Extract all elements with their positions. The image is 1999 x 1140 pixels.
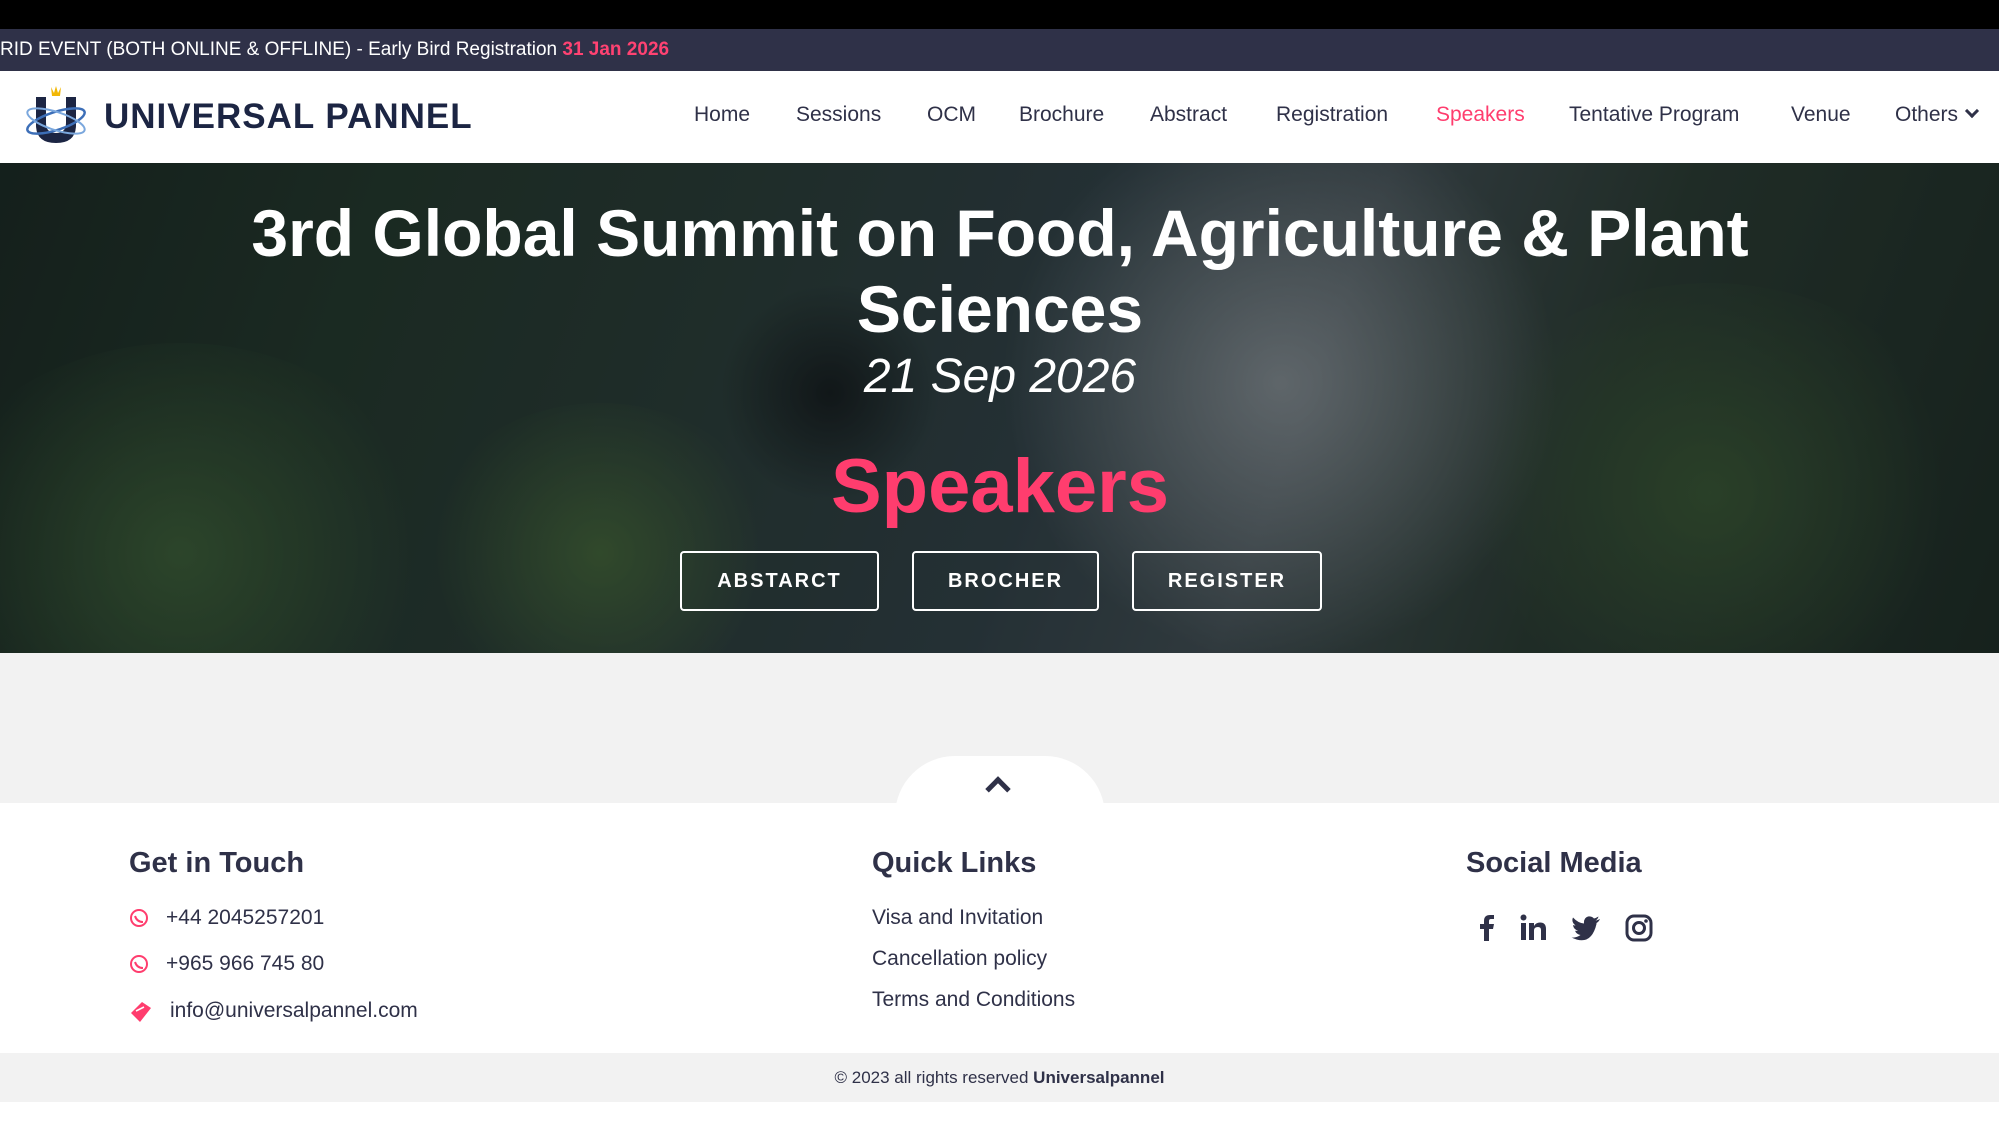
twitter-icon[interactable] [1569, 911, 1603, 945]
link-terms-conditions[interactable]: Terms and Conditions [872, 988, 1075, 1012]
top-black-strip [0, 0, 1999, 29]
page-section-title: Speakers [830, 444, 1170, 529]
link-visa-invitation[interactable]: Visa and Invitation [872, 906, 1043, 930]
main-navbar: UNIVERSAL PANNEL Home Sessions OCM Broch… [0, 71, 1999, 163]
nav-item-abstract[interactable]: Abstract [1150, 103, 1227, 127]
instagram-icon[interactable] [1622, 911, 1656, 945]
nav-item-venue[interactable]: Venue [1791, 103, 1851, 127]
brochure-button[interactable]: BROCHER [912, 551, 1099, 611]
copyright-text: © 2023 all rights reserved [834, 1068, 1034, 1087]
nav-item-home[interactable]: Home [694, 103, 750, 127]
facebook-icon[interactable] [1470, 911, 1504, 945]
nav-item-tentative-program[interactable]: Tentative Program [1569, 103, 1739, 127]
contact-heading: Get in Touch [129, 847, 305, 879]
copyright-bar: © 2023 all rights reserved Universalpann… [0, 1053, 1999, 1102]
contact-email[interactable]: info@universalpannel.com [170, 999, 418, 1023]
brand-logo-icon[interactable] [22, 83, 90, 151]
nav-item-ocm[interactable]: OCM [927, 103, 976, 127]
chevron-down-icon [1964, 103, 1980, 119]
brand-name[interactable]: UNIVERSAL PANNEL [104, 97, 473, 137]
social-media-heading: Social Media [1466, 847, 1642, 879]
ticker-date: 31 Jan 2026 [562, 39, 670, 60]
nav-item-registration[interactable]: Registration [1276, 103, 1388, 127]
hero-banner: 3rd Global Summit on Food, Agriculture &… [0, 163, 1999, 653]
link-cancellation-policy[interactable]: Cancellation policy [872, 947, 1047, 971]
copyright-brand: Universalpannel [1033, 1068, 1165, 1087]
event-title: 3rd Global Summit on Food, Agriculture &… [251, 196, 1749, 346]
nav-item-sessions[interactable]: Sessions [796, 103, 881, 127]
contact-phone-2[interactable]: +965 966 745 80 [166, 952, 324, 976]
email-icon [131, 1002, 151, 1022]
linkedin-icon[interactable] [1516, 911, 1550, 945]
announcement-ticker: RID EVENT (BOTH ONLINE & OFFLINE) - Earl… [0, 29, 1999, 71]
abstract-button[interactable]: ABSTARCT [680, 551, 879, 611]
phone-icon [130, 955, 148, 973]
phone-icon [130, 909, 148, 927]
nav-item-others-label: Others [1895, 103, 1959, 126]
event-date: 21 Sep 2026 [863, 350, 1137, 403]
quick-links-heading: Quick Links [872, 847, 1037, 879]
contact-phone-1[interactable]: +44 2045257201 [166, 906, 324, 930]
chevron-up-icon [985, 776, 1011, 802]
register-button[interactable]: REGISTER [1132, 551, 1322, 611]
nav-item-others[interactable]: Others [1895, 103, 1980, 127]
nav-item-speakers[interactable]: Speakers [1436, 103, 1525, 127]
nav-item-brochure[interactable]: Brochure [1019, 103, 1104, 127]
ticker-text: RID EVENT (BOTH ONLINE & OFFLINE) - Earl… [0, 39, 563, 60]
site-footer: Get in Touch +44 2045257201 +965 966 745… [0, 803, 1999, 1053]
